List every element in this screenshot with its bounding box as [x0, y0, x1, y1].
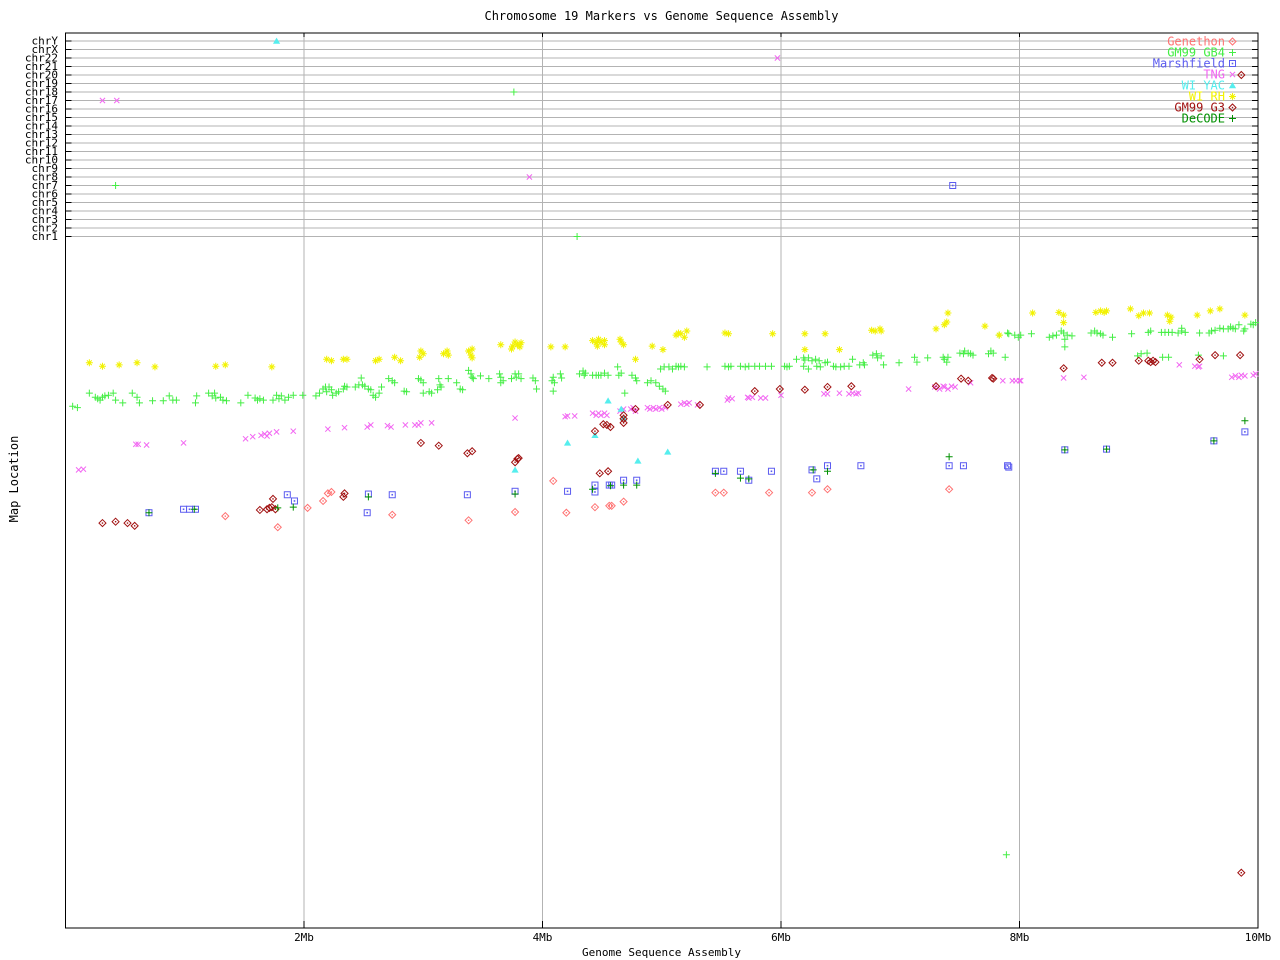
series-marshfield	[145, 182, 1249, 517]
x-tick-label: 4Mb	[533, 931, 553, 944]
chromosome-label: chr1	[32, 230, 59, 243]
series-genethon	[221, 476, 954, 532]
x-tick-labels: 2Mb 4Mb 6Mb 8Mb 10Mb	[294, 931, 1271, 944]
series-wi-yac	[272, 37, 672, 473]
series-decode	[145, 417, 1249, 517]
legend: GenethonGM99 GB4MarshfieldTNGWI YACWI RH…	[1153, 35, 1237, 126]
x-tick-label: 2Mb	[294, 931, 314, 944]
axes	[65, 32, 1259, 929]
chart-root: Chromosome 19 Markers vs Genome Sequence…	[0, 0, 1280, 960]
x-tick-label: 10Mb	[1245, 931, 1272, 944]
series-gm99-g3	[98, 70, 1246, 877]
chromosome-labels: chrYchrXchr22chr21chr20chr19chr18chr17ch…	[25, 35, 58, 244]
series-gm99-gb4	[69, 88, 1260, 859]
x-tick-label: 6Mb	[771, 931, 791, 944]
gridlines	[65, 33, 1258, 928]
series-wi-rh	[85, 305, 1249, 371]
scatter-plot: 2Mb 4Mb 6Mb 8Mb 10Mb chrYchrXchr22chr21chr20c…	[25, 32, 1271, 944]
x-tick-label: 8Mb	[1010, 931, 1030, 944]
legend-label: DeCODE	[1182, 112, 1225, 126]
